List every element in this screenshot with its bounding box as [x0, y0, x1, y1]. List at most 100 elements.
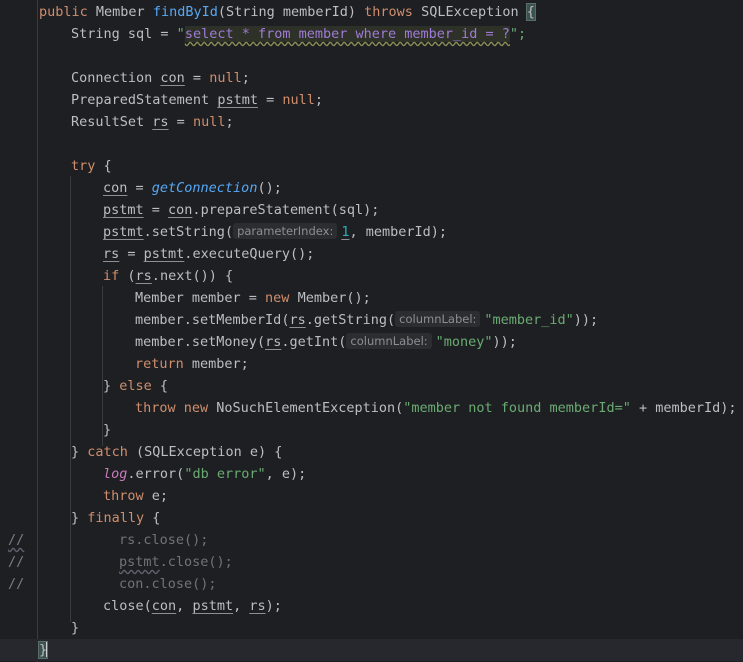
variable: rs: [135, 268, 152, 284]
code-line[interactable]: Member member = new Member();: [0, 287, 743, 309]
type-name: ResultSet: [71, 114, 153, 130]
sql-literal: select * from member where member_id = ?: [184, 26, 510, 42]
variable: con: [103, 180, 128, 196]
operator: =: [184, 70, 210, 86]
string-quote: ";: [509, 26, 527, 42]
code-line[interactable]: log.error("db error", e);: [0, 463, 743, 485]
punctuation: (: [143, 598, 152, 614]
punctuation: .: [143, 224, 152, 240]
string-literal: "money": [435, 334, 493, 350]
code-line[interactable]: member.setMemberId(rs.getString(columnLa…: [0, 309, 743, 331]
punctuation: ,: [176, 598, 193, 614]
code-line[interactable]: } catch (SQLException e) {: [0, 441, 743, 463]
constructor-call: Member();: [289, 290, 371, 306]
code-line[interactable]: rs = pstmt.executeQuery();: [0, 243, 743, 265]
code-line[interactable]: throw new NoSuchElementException("member…: [0, 397, 743, 419]
code-line[interactable]: } finally {: [0, 507, 743, 529]
string-literal: "member_id": [484, 312, 574, 328]
code-line[interactable]: pstmt.setString(parameterIndex: 1, member…: [0, 221, 743, 243]
variable: rs: [289, 312, 306, 328]
string-literal: "db error": [184, 466, 266, 482]
string-literal: "member not found memberId=": [403, 400, 631, 416]
punctuation: ()) {: [192, 268, 234, 284]
punctuation: {: [95, 158, 112, 174]
code-line[interactable]: } else {: [0, 375, 743, 397]
method-call: prepareStatement: [200, 202, 331, 218]
variable: rs: [152, 114, 169, 130]
keyword: null: [192, 114, 226, 130]
variable: pstmt: [192, 598, 234, 614]
punctuation: , memberId);: [349, 224, 448, 240]
code-line[interactable]: // rs.close();: [0, 529, 743, 551]
method-call: close: [103, 598, 144, 614]
code-line[interactable]: con = getConnection();: [0, 177, 743, 199]
declaration: Member member =: [135, 290, 266, 306]
punctuation: .: [151, 268, 160, 284]
punctuation: , e);: [265, 466, 307, 482]
punctuation: .: [305, 312, 314, 328]
variable: rs: [249, 598, 266, 614]
method-call: executeQuery: [192, 246, 290, 262]
keyword: throws: [364, 4, 413, 20]
keyword: public: [39, 4, 88, 20]
variable: rs: [265, 334, 282, 350]
keyword: catch: [87, 444, 128, 460]
catch-clause: (SQLException e) {: [127, 444, 283, 460]
return-value: member;: [183, 356, 249, 372]
code-line[interactable]: public Member findById(String memberId) …: [0, 1, 743, 23]
code-line[interactable]: }: [0, 419, 743, 441]
keyword: null: [282, 92, 315, 108]
punctuation: ;: [241, 70, 250, 86]
exception-type: SQLException: [412, 4, 527, 20]
code-line[interactable]: try {: [0, 155, 743, 177]
punctuation: ,: [233, 598, 250, 614]
thrown-value: e;: [143, 488, 169, 504]
method-call: next: [159, 268, 193, 284]
keyword: new: [265, 290, 290, 306]
variable: pstmt: [143, 246, 185, 262]
method-call: getConnection: [151, 180, 258, 196]
comment-text: con.close();: [119, 576, 217, 592]
operator: =: [119, 246, 144, 262]
code-line[interactable]: close(con, pstmt, rs);: [0, 595, 743, 617]
keyword: return: [135, 356, 184, 372]
code-editor[interactable]: public Member findById(String memberId) …: [0, 0, 743, 662]
variable: con: [151, 598, 177, 614]
punctuation: );: [265, 598, 282, 614]
param-list: (String memberId): [217, 4, 365, 20]
code-line[interactable]: PreparedStatement pstmt = null;: [0, 89, 743, 111]
code-line[interactable]: // con.close();: [0, 573, 743, 595]
comment-text: rs.close();: [119, 532, 209, 548]
keyword: throw: [103, 488, 144, 504]
code-line[interactable]: pstmt = con.prepareStatement(sql);: [0, 199, 743, 221]
code-line[interactable]: Connection con = null;: [0, 67, 743, 89]
code-line-current[interactable]: }: [0, 639, 743, 661]
punctuation: ;: [314, 92, 323, 108]
code-line[interactable]: return member;: [0, 353, 743, 375]
punctuation: (: [338, 334, 347, 350]
code-line[interactable]: if (rs.next()) {: [0, 265, 743, 287]
punctuation: ));: [492, 334, 517, 350]
code-line[interactable]: throw e;: [0, 485, 743, 507]
comment-text: pstmt: [119, 554, 160, 570]
field-ref: log: [103, 466, 128, 482]
punctuation: (: [387, 312, 396, 328]
keyword: try: [71, 158, 96, 174]
string-quote: ": [176, 26, 185, 42]
punctuation: }: [71, 444, 88, 460]
punctuation: (: [224, 224, 234, 240]
method-call: setMemberId: [191, 312, 282, 328]
type-name: PreparedStatement: [71, 92, 218, 108]
variable: con: [160, 70, 185, 86]
code-line[interactable]: }: [0, 617, 743, 639]
punctuation: ();: [289, 246, 315, 262]
code-line[interactable]: ResultSet rs = null;: [0, 111, 743, 133]
code-line[interactable]: member.setMoney(rs.getInt(columnLabel: "m…: [0, 331, 743, 353]
method-call: setString: [151, 224, 225, 240]
code-line[interactable]: String sql = "select * from member where…: [0, 23, 743, 45]
code-line[interactable]: // pstmt.close();: [0, 551, 743, 573]
method-call: getInt: [289, 334, 339, 350]
punctuation: }: [71, 510, 88, 526]
keyword: new: [183, 400, 209, 416]
